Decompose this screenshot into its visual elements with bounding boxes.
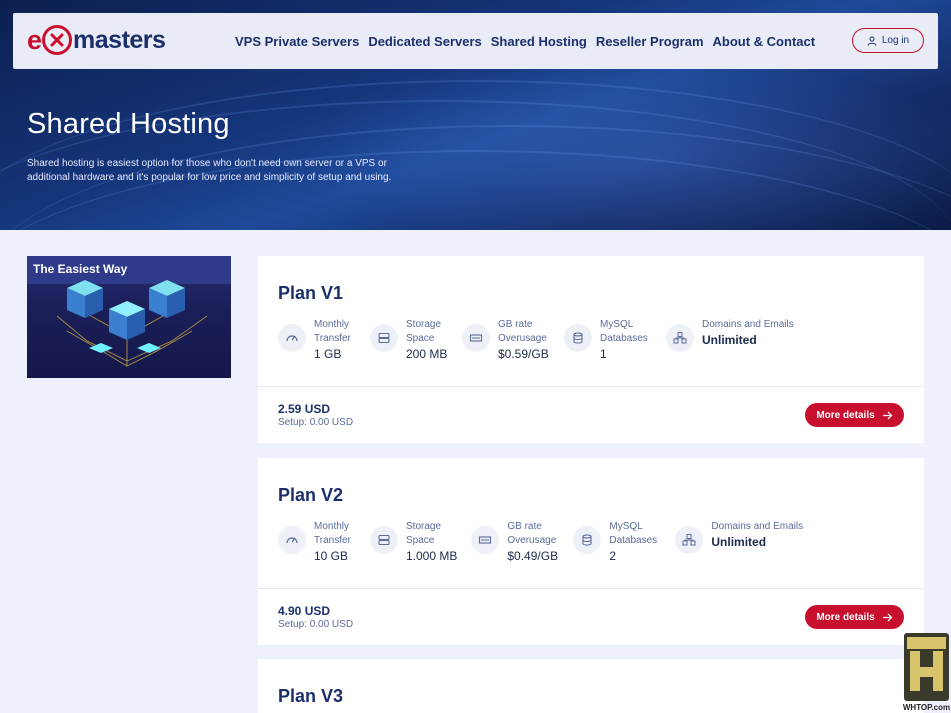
nav-shared-hosting[interactable]: Shared Hosting [491,34,587,49]
more-details-button[interactable]: More details [805,605,904,629]
spec-value: $0.59/GB [498,347,549,361]
spec-value: $0.49/GB [507,549,559,563]
memory-icon [471,526,500,554]
spec-label: Monthly Transfer [314,521,351,546]
memory-icon [462,324,490,352]
spec-domains-emails: Domains and Emails Unlimited [666,318,794,352]
plan-specs: Monthly Transfer 1 GB Storage Space 200 … [278,318,808,362]
spec-value: 1.000 MB [406,549,458,563]
spec-value: Unlimited [711,535,767,549]
plan-card: Plan V2 Monthly Transfer 10 GB Storage S… [258,458,924,645]
plan-price-section: 4.90 USD Setup: 0.00 USD More details [258,589,924,645]
page-title: Shared Hosting [27,108,230,140]
watermark-text: WHTOP.com [902,703,951,712]
logo-letter-e: e [27,24,42,55]
spec-domains-emails: Domains and Emails Unlimited [675,520,803,554]
plan-card: Plan V3 [258,659,924,713]
spec-value: 200 MB [406,347,448,361]
spec-value: Unlimited [702,333,757,347]
storage-icon [370,324,398,352]
spec-label: MySQL Databases [600,319,648,344]
x-icon [50,33,64,47]
plan-specs-section: Plan V2 Monthly Transfer 10 GB Storage S… [258,458,924,589]
logo-text: masters [73,25,166,54]
login-label: Log in [881,35,910,46]
plan-price-section: 2.59 USD Setup: 0.00 USD More details [258,387,924,443]
more-details-label: More details [816,409,875,421]
plan-price: 4.90 USD [278,604,331,618]
main-nav: VPS Private Servers Dedicated Servers Sh… [235,13,824,69]
nav-about-contact[interactable]: About & Contact [713,34,816,49]
spec-monthly-transfer: Monthly Transfer 1 GB [278,318,356,362]
gauge-icon [278,324,306,352]
spec-value: 1 [600,347,607,361]
spec-label: Storage Space [406,521,442,546]
spec-gb-rate: GB rate Overusage $0.49/GB [471,520,559,564]
plan-setup-fee: Setup: 0.00 USD [278,619,354,630]
plan-name: Plan V3 [278,686,344,706]
logo[interactable]: e masters [27,24,166,56]
database-icon [564,324,592,352]
servers-illustration [56,280,208,367]
spec-monthly-transfer: Monthly Transfer 10 GB [278,520,356,564]
login-button[interactable]: Log in [852,28,924,53]
spec-value: 1 GB [314,347,342,361]
watermark-logo: WHTOP.com [902,631,951,713]
site-header: e masters VPS Private Servers Dedicated … [13,13,938,69]
logo-x-mark [42,25,73,55]
spec-label: GB rate Overusage [498,319,547,344]
arrow-right-icon [882,613,893,621]
storage-icon [370,526,398,554]
spec-storage-space: Storage Space 200 MB [370,318,448,362]
watermark-badge [904,633,949,701]
spec-value: 10 GB [314,549,349,563]
spec-gb-rate: GB rate Overusage $0.59/GB [462,318,550,362]
spec-label: Domains and Emails [702,319,794,330]
spec-mysql-databases: MySQL Databases 1 [564,318,652,362]
network-icon [675,526,704,554]
plan-name: Plan V2 [278,485,344,505]
arrow-right-icon [882,411,893,419]
plan-card: Plan V1 Monthly Transfer 1 GB Storage Sp… [258,256,924,443]
promo-image[interactable]: The Easiest Way [27,256,231,378]
plan-specs-section: Plan V3 [258,659,924,713]
page-description: Shared hosting is easiest option for tho… [27,158,392,183]
plan-specs-section: Plan V1 Monthly Transfer 1 GB Storage Sp… [258,256,924,387]
more-details-label: More details [816,611,875,623]
spec-value: 2 [609,549,617,563]
plan-name: Plan V1 [278,283,344,303]
plan-specs: Monthly Transfer 10 GB Storage Space 1.0… [278,520,817,564]
spec-label: MySQL Databases [609,521,658,546]
network-icon [666,324,694,352]
spec-label: Domains and Emails [711,521,804,532]
spec-label: Storage Space [406,319,442,344]
spec-mysql-databases: MySQL Databases 2 [573,520,661,564]
plan-price: 2.59 USD [278,402,331,416]
nav-vps[interactable]: VPS Private Servers [235,34,359,49]
database-icon [573,526,602,554]
spec-label: GB rate Overusage [507,521,557,546]
plan-setup-fee: Setup: 0.00 USD [278,417,354,428]
user-icon [867,36,877,46]
hero-banner: e masters VPS Private Servers Dedicated … [0,0,951,230]
spec-label: Monthly Transfer [314,319,351,344]
more-details-button[interactable]: More details [805,403,904,427]
nav-dedicated[interactable]: Dedicated Servers [368,34,481,49]
gauge-icon [278,526,306,554]
spec-storage-space: Storage Space 1.000 MB [370,520,457,564]
nav-reseller[interactable]: Reseller Program [596,34,704,49]
